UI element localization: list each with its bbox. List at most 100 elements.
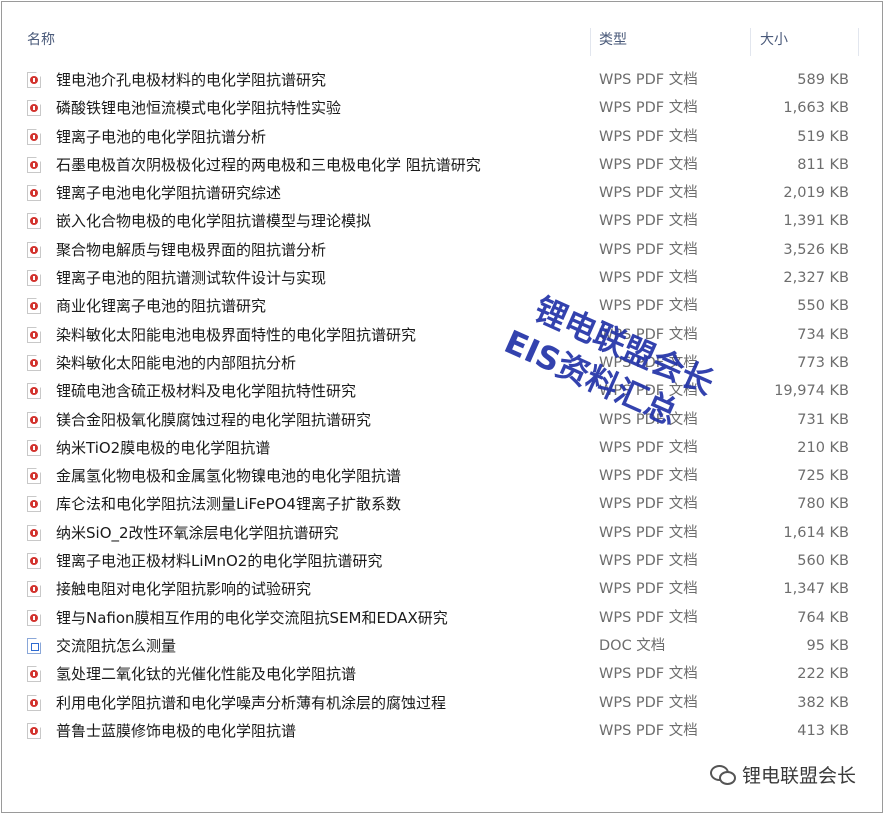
column-header-size[interactable]: 大小 (760, 26, 788, 56)
file-name: 镁合金阳极氧化膜腐蚀过程的电化学阻抗谱研究 (56, 410, 372, 429)
column-divider[interactable] (858, 28, 859, 56)
file-name: 纳米TiO2膜电极的电化学阻抗谱 (56, 438, 271, 457)
file-type: WPS PDF 文档 (599, 581, 698, 598)
file-type: WPS PDF 文档 (599, 609, 698, 626)
file-row[interactable]: 聚合物电解质与锂电极界面的阻抗谱分析 WPS PDF 文档 3,526 KB (0, 236, 886, 264)
file-row[interactable]: 商业化锂离子电池的阻抗谱研究 WPS PDF 文档 550 KB (0, 292, 886, 320)
file-name: 锂离子电池正极材料LiMnO2的电化学阻抗谱研究 (56, 552, 383, 571)
file-size: 560 KB (797, 553, 849, 570)
file-row[interactable]: 锂离子电池电化学阻抗谱研究综述 WPS PDF 文档 2,019 KB (0, 179, 886, 207)
file-size: 731 KB (797, 411, 849, 428)
file-size: 382 KB (797, 694, 849, 711)
file-type: WPS PDF 文档 (599, 496, 698, 513)
pdf-icon (27, 156, 41, 173)
file-row[interactable]: 锂离子电池的电化学阻抗谱分析 WPS PDF 文档 519 KB (0, 123, 886, 151)
pdf-icon (27, 213, 41, 230)
file-size: 589 KB (797, 72, 849, 88)
pdf-icon (27, 185, 41, 202)
pdf-icon (27, 666, 41, 683)
file-name: 石墨电极首次阴极极化过程的两电极和三电极电化学 阻抗谱研究 (56, 155, 481, 174)
column-divider[interactable] (750, 28, 751, 56)
pdf-icon (27, 241, 41, 258)
file-row[interactable]: 纳米TiO2膜电极的电化学阻抗谱 WPS PDF 文档 210 KB (0, 434, 886, 462)
file-row[interactable]: 利用电化学阻抗谱和电化学噪声分析薄有机涂层的腐蚀过程 WPS PDF 文档 382 … (0, 689, 886, 717)
file-row[interactable]: 镁合金阳极氧化膜腐蚀过程的电化学阻抗谱研究 WPS PDF 文档 731 KB (0, 406, 886, 434)
file-size: 811 KB (797, 156, 849, 173)
pdf-icon (27, 581, 41, 598)
file-size: 725 KB (797, 468, 849, 485)
file-name: 库仑法和电化学阻抗法测量LiFePO4锂离子扩散系数 (56, 495, 401, 514)
file-type: WPS PDF 文档 (599, 241, 698, 258)
file-type: WPS PDF 文档 (599, 666, 698, 683)
file-size: 3,526 KB (783, 241, 849, 258)
file-row[interactable]: 交流阻抗怎么测量 DOC 文档 95 KB (0, 632, 886, 660)
file-size: 2,019 KB (783, 185, 849, 202)
file-size: 2,327 KB (783, 270, 849, 287)
file-row[interactable]: 锂硫电池含硫正极材料及电化学阻抗特性研究 WPS PDF 文档 19,974 KB (0, 377, 886, 405)
file-row[interactable]: 库仑法和电化学阻抗法测量LiFePO4锂离子扩散系数 WPS PDF 文档 780 … (0, 490, 886, 518)
column-divider[interactable] (590, 28, 591, 56)
file-name: 锂离子电池的电化学阻抗谱分析 (56, 127, 267, 146)
column-header-type[interactable]: 类型 (599, 26, 627, 56)
file-name: 锂电池介孔电极材料的电化学阻抗谱研究 (56, 71, 327, 89)
file-row[interactable]: 石墨电极首次阴极极化过程的两电极和三电极电化学 阻抗谱研究 WPS PDF 文档 8… (0, 151, 886, 179)
file-row[interactable]: 锂与Nafion膜相互作用的电化学交流阻抗SEM和EDAX研究 WPS PDF 文… (0, 604, 886, 632)
file-size: 95 KB (806, 637, 849, 654)
file-name: 锂离子电池电化学阻抗谱研究综述 (56, 184, 282, 203)
file-name: 锂硫电池含硫正极材料及电化学阻抗特性研究 (56, 382, 357, 401)
file-size: 1,614 KB (783, 524, 849, 541)
doc-icon (27, 637, 41, 654)
footer-account-name: 锂电联盟会长 (741, 765, 856, 787)
pdf-icon (27, 100, 41, 117)
file-name: 交流阻抗怎么测量 (56, 636, 177, 655)
file-type: WPS PDF 文档 (599, 694, 698, 711)
file-size: 764 KB (797, 609, 849, 626)
file-type: WPS PDF 文档 (599, 553, 698, 570)
file-type: WPS PDF 文档 (599, 213, 698, 230)
file-size: 210 KB (797, 439, 849, 456)
file-name: 商业化锂离子电池的阻抗谱研究 (56, 297, 267, 316)
file-list: 锂电池介孔电极材料的电化学阻抗谱研究 WPS PDF 文档 589 KB 磷酸铁锂电池… (0, 66, 886, 745)
file-size: 1,663 KB (783, 100, 849, 117)
file-size: 550 KB (797, 298, 849, 315)
file-size: 413 KB (797, 722, 849, 739)
file-row[interactable]: 嵌入化合物电极的电化学阻抗谱模型与理论模拟 WPS PDF 文档 1,391 KB (0, 207, 886, 235)
pdf-icon (27, 128, 41, 145)
column-header-row: 名称 类型 大小 (0, 26, 886, 56)
file-row[interactable]: 接触电阻对电化学阻抗影响的试验研究 WPS PDF 文档 1,347 KB (0, 575, 886, 603)
file-row[interactable]: 锂电池介孔电极材料的电化学阻抗谱研究 WPS PDF 文档 589 KB (0, 66, 886, 94)
column-header-name[interactable]: 名称 (27, 26, 55, 56)
file-row[interactable]: 金属氢化物电极和金属氢化物镍电池的电化学阻抗谱 WPS PDF 文档 725 KB (0, 462, 886, 490)
file-row[interactable]: 染料敏化太阳能电池的内部阻抗分析 WPS PDF 文档 773 KB (0, 349, 886, 377)
file-name: 染料敏化太阳能电池的内部阻抗分析 (56, 353, 297, 372)
pdf-icon (27, 722, 41, 739)
footer-account: 锂电联盟会长 (709, 762, 856, 790)
file-type: WPS PDF 文档 (599, 156, 698, 173)
file-size: 734 KB (797, 326, 849, 343)
file-row[interactable]: 氢处理二氧化钛的光催化性能及电化学阻抗谱 WPS PDF 文档 222 KB (0, 660, 886, 688)
file-size: 19,974 KB (774, 383, 849, 400)
pdf-icon (27, 694, 41, 711)
pdf-icon (27, 439, 41, 456)
file-name: 普鲁士蓝膜修饰电极的电化学阻抗谱 (56, 721, 297, 740)
file-type: WPS PDF 文档 (599, 298, 698, 315)
file-row[interactable]: 纳米SiO_2改性环氧涂层电化学阻抗谱研究 WPS PDF 文档 1,614 KB (0, 519, 886, 547)
pdf-icon (27, 298, 41, 315)
file-type: WPS PDF 文档 (599, 270, 698, 287)
pdf-icon (27, 524, 41, 541)
file-row[interactable]: 磷酸铁锂电池恒流模式电化学阻抗特性实验 WPS PDF 文档 1,663 KB (0, 94, 886, 122)
file-name: 磷酸铁锂电池恒流模式电化学阻抗特性实验 (56, 99, 342, 118)
file-type: WPS PDF 文档 (599, 100, 698, 117)
file-row[interactable]: 普鲁士蓝膜修饰电极的电化学阻抗谱 WPS PDF 文档 413 KB (0, 717, 886, 745)
file-type: DOC 文档 (599, 637, 666, 654)
file-size: 519 KB (797, 128, 849, 145)
file-row[interactable]: 染料敏化太阳能电池电极界面特性的电化学阻抗谱研究 WPS PDF 文档 734 KB (0, 321, 886, 349)
file-name: 利用电化学阻抗谱和电化学噪声分析薄有机涂层的腐蚀过程 (56, 693, 447, 712)
file-row[interactable]: 锂离子电池的阻抗谱测试软件设计与实现 WPS PDF 文档 2,327 KB (0, 264, 886, 292)
pdf-icon (27, 553, 41, 570)
pdf-icon (27, 609, 41, 626)
pdf-icon (27, 270, 41, 287)
file-name: 嵌入化合物电极的电化学阻抗谱模型与理论模拟 (56, 212, 372, 231)
file-row[interactable]: 锂离子电池正极材料LiMnO2的电化学阻抗谱研究 WPS PDF 文档 560 KB (0, 547, 886, 575)
file-name: 纳米SiO_2改性环氧涂层电化学阻抗谱研究 (56, 523, 339, 542)
